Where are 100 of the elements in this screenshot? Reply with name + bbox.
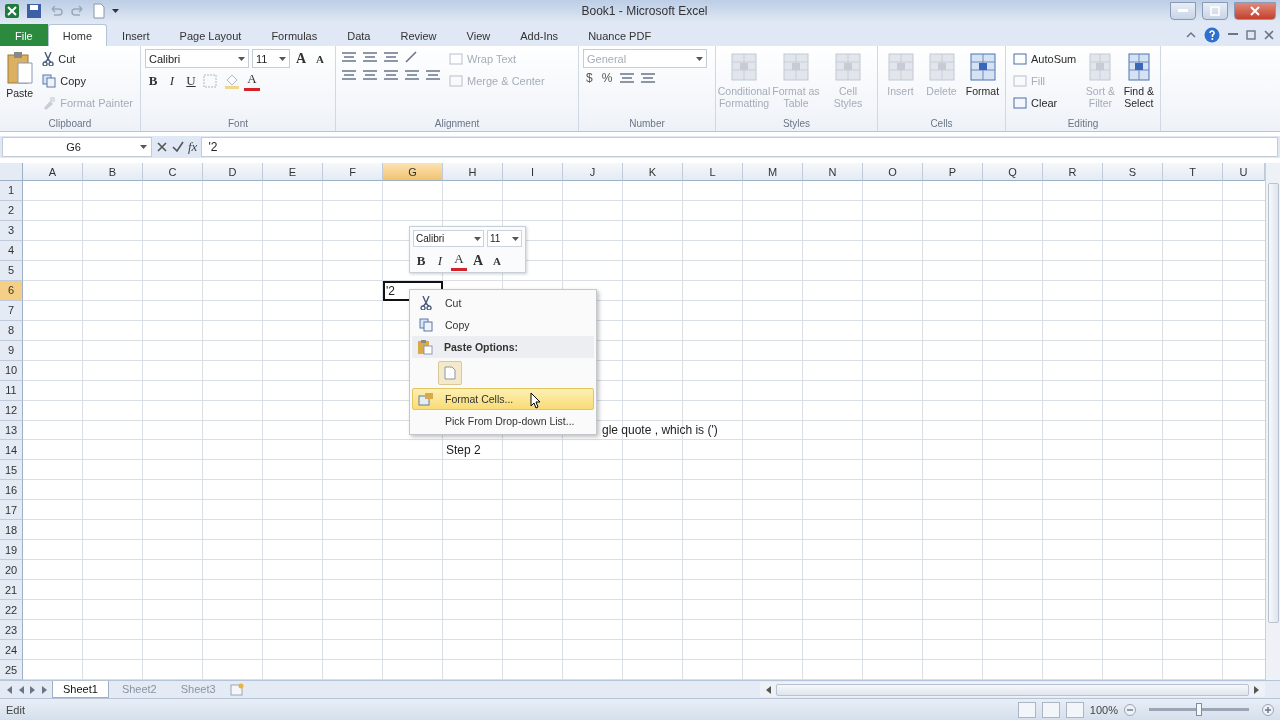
- ribbon-command[interactable]: Format: [964, 49, 1001, 117]
- font-size-button[interactable]: A: [293, 49, 309, 68]
- row-header[interactable]: 22: [0, 600, 23, 621]
- page-layout-view-button[interactable]: [1041, 701, 1060, 718]
- caret-icon[interactable]: [279, 56, 286, 61]
- scissors-icon[interactable]: [420, 296, 432, 310]
- align-icon[interactable]: [340, 67, 358, 83]
- font-name-field[interactable]: Calibri: [413, 230, 484, 247]
- font-size-field[interactable]: 11: [486, 230, 522, 247]
- row-header[interactable]: 10: [0, 360, 23, 381]
- column-header[interactable]: U: [1223, 163, 1265, 181]
- row-header[interactable]: 1: [0, 181, 23, 201]
- column-header[interactable]: R: [1043, 163, 1103, 181]
- column-header[interactable]: D: [203, 163, 263, 181]
- ribbon-tab[interactable]: View: [451, 24, 506, 46]
- new-document-icon[interactable]: [92, 3, 106, 19]
- row-header[interactable]: 23: [0, 620, 23, 641]
- ribbon-tab[interactable]: Data: [332, 24, 386, 46]
- caret-icon[interactable]: [112, 9, 119, 13]
- row-header[interactable]: 5: [0, 260, 23, 281]
- column-header[interactable]: C: [143, 163, 203, 181]
- scroll-left-icon[interactable]: [764, 684, 772, 695]
- row-header[interactable]: 7: [0, 300, 23, 321]
- menu-item[interactable]: Pick From Drop-down List...: [412, 410, 594, 432]
- name-box[interactable]: G6: [2, 137, 152, 157]
- row-header[interactable]: 13: [0, 420, 23, 441]
- column-header[interactable]: B: [83, 163, 143, 181]
- column-header[interactable]: P: [923, 163, 983, 181]
- align-icon[interactable]: [361, 67, 379, 83]
- row-header[interactable]: 21: [0, 580, 23, 601]
- caret-icon[interactable]: [512, 236, 519, 241]
- column-header[interactable]: H: [443, 163, 503, 181]
- indent-icon[interactable]: [424, 67, 442, 83]
- scrollbar-thumb[interactable]: [776, 683, 1249, 696]
- column-header[interactable]: O: [863, 163, 923, 181]
- command-icon[interactable]: [1013, 96, 1027, 110]
- column-header[interactable]: K: [623, 163, 683, 181]
- column-header[interactable]: M: [743, 163, 803, 181]
- scrollbar-thumb[interactable]: [1267, 183, 1279, 623]
- decimal-icon[interactable]: [639, 70, 658, 86]
- row-header[interactable]: 19: [0, 540, 23, 561]
- font-style-button[interactable]: A: [470, 251, 486, 270]
- ribbon-command[interactable]: Copy: [39, 71, 136, 91]
- copy-icon[interactable]: [419, 318, 433, 332]
- ribbon-tab[interactable]: File: [0, 24, 48, 46]
- decimal-icon[interactable]: [618, 70, 637, 86]
- restore-button[interactable]: [1202, 2, 1228, 20]
- minimize-icon[interactable]: [1228, 33, 1238, 37]
- scroll-right-icon[interactable]: [1253, 684, 1261, 695]
- ribbon-tab[interactable]: Review: [385, 24, 452, 46]
- caret-icon[interactable]: [238, 56, 245, 61]
- column-header[interactable]: A: [23, 163, 83, 181]
- format-cells-icon[interactable]: [418, 392, 434, 406]
- ribbon-command[interactable]: AutoSum: [1010, 49, 1080, 69]
- scissors-icon[interactable]: [42, 52, 55, 66]
- caret-icon[interactable]: [473, 236, 481, 241]
- caret-icon[interactable]: [140, 145, 147, 149]
- cancel-icon[interactable]: [156, 141, 168, 153]
- checkmark-icon[interactable]: [172, 141, 184, 153]
- font-style-button[interactable]: U: [183, 71, 199, 90]
- close-icon[interactable]: [1264, 30, 1274, 40]
- row-header[interactable]: 8: [0, 320, 23, 341]
- caret-icon[interactable]: [696, 56, 703, 61]
- paste-button[interactable]: Paste: [4, 49, 36, 117]
- column-header[interactable]: L: [683, 163, 743, 181]
- font-size-field[interactable]: 11: [252, 49, 290, 68]
- save-icon[interactable]: [26, 3, 42, 19]
- ribbon-tab[interactable]: Insert: [107, 24, 165, 46]
- column-header[interactable]: G: [383, 163, 443, 181]
- minimize-button[interactable]: [1170, 2, 1196, 20]
- redo-icon[interactable]: [70, 3, 86, 19]
- column-header[interactable]: S: [1103, 163, 1163, 181]
- row-header[interactable]: 4: [0, 240, 23, 261]
- ribbon-command[interactable]: Clear: [1010, 93, 1080, 113]
- clipboard-icon[interactable]: [417, 339, 433, 355]
- row-header[interactable]: 9: [0, 340, 23, 361]
- ribbon-command[interactable]: Cut: [39, 49, 136, 69]
- help-icon[interactable]: [1204, 27, 1220, 43]
- menu-item[interactable]: Format Cells...: [412, 388, 594, 410]
- fill-bucket-icon[interactable]: [223, 72, 241, 89]
- column-header[interactable]: F: [323, 163, 383, 181]
- row-header[interactable]: 16: [0, 480, 23, 501]
- align-icon[interactable]: [382, 67, 400, 83]
- row-header[interactable]: 6: [0, 280, 23, 301]
- font-style-button[interactable]: B: [413, 251, 429, 270]
- column-header[interactable]: Q: [983, 163, 1043, 181]
- command-icon[interactable]: [1013, 52, 1027, 66]
- page-break-view-button[interactable]: [1065, 701, 1084, 718]
- ribbon-tab[interactable]: Add-Ins: [505, 24, 574, 46]
- column-header[interactable]: J: [563, 163, 623, 181]
- ribbon-tab[interactable]: Nuance PDF: [573, 24, 667, 46]
- font-name-field[interactable]: Calibri: [145, 49, 249, 68]
- ribbon-tab[interactable]: Page Layout: [164, 24, 257, 46]
- zoom-slider[interactable]: [1146, 703, 1252, 716]
- zoom-in-icon[interactable]: [1262, 703, 1274, 716]
- column-header[interactable]: T: [1163, 163, 1223, 181]
- row-header[interactable]: 15: [0, 460, 23, 481]
- collapse-ribbon-icon[interactable]: [1186, 31, 1196, 39]
- select-all-button[interactable]: [0, 163, 23, 181]
- row-header[interactable]: 14: [0, 440, 23, 461]
